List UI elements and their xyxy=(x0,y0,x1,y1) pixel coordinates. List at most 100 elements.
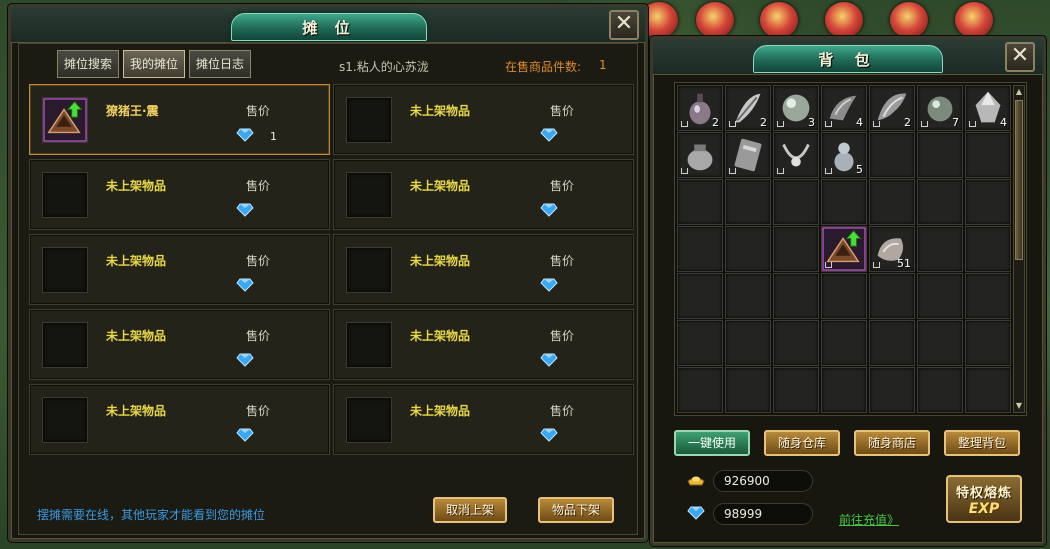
bag-slot[interactable] xyxy=(725,179,771,225)
bag-slot[interactable] xyxy=(965,273,1011,319)
bag-slot[interactable]: 2 xyxy=(725,85,771,131)
empty-slot-icon[interactable] xyxy=(42,247,88,293)
stall-slot[interactable]: 未上架物品 售价 xyxy=(29,159,330,230)
bag-slot[interactable] xyxy=(677,132,723,178)
scroll-thumb[interactable] xyxy=(1015,100,1023,260)
bag-slot[interactable] xyxy=(965,179,1011,225)
bag-slot[interactable]: 3 xyxy=(773,85,819,131)
stall-slot[interactable]: 未上架物品 售价 xyxy=(333,234,634,305)
recharge-link[interactable]: 前往充值》 xyxy=(839,511,899,528)
bag-slot[interactable] xyxy=(773,367,819,413)
stall-slot[interactable]: 未上架物品 售价 xyxy=(333,309,634,380)
bag-slot[interactable] xyxy=(725,320,771,366)
bag-slot[interactable] xyxy=(773,320,819,366)
stall-slot[interactable]: 未上架物品 售价 xyxy=(333,159,634,230)
sort-bag-button[interactable]: 整理背包 xyxy=(944,430,1020,456)
bag-slot[interactable] xyxy=(917,320,963,366)
scroll-up-arrow-icon[interactable]: ▲ xyxy=(1014,86,1024,98)
stall-slot[interactable]: 未上架物品 售价 xyxy=(29,234,330,305)
bag-slot[interactable] xyxy=(917,179,963,225)
bag-slot[interactable] xyxy=(773,132,819,178)
empty-slot-icon[interactable] xyxy=(346,397,392,443)
empty-slot-icon[interactable] xyxy=(346,247,392,293)
activity-icon[interactable] xyxy=(825,2,863,38)
activity-icon[interactable] xyxy=(890,2,928,38)
diamond-icon xyxy=(236,353,254,367)
stall-slot[interactable]: 未上架物品 售价 xyxy=(29,309,330,380)
stall-panel: 摊 位 ✕ 摊位搜索 我的摊位 摊位日志 s1.粘人的心苏泷 在售商品件数: 1… xyxy=(8,4,648,542)
item-icon[interactable] xyxy=(42,97,88,143)
bag-slot[interactable]: 51 xyxy=(869,226,915,272)
tab-stall-search[interactable]: 摊位搜索 xyxy=(57,50,119,78)
tab-stall-log[interactable]: 摊位日志 xyxy=(189,50,251,78)
bag-slot[interactable] xyxy=(821,367,867,413)
unlist-item-button[interactable]: 物品下架 xyxy=(538,497,614,523)
bag-slot[interactable]: 7 xyxy=(917,85,963,131)
bag-slot[interactable] xyxy=(965,132,1011,178)
bag-slot[interactable] xyxy=(917,226,963,272)
slot-item-name: 未上架物品 xyxy=(106,329,167,343)
privilege-smelt-button[interactable]: 特权熔炼 EXP xyxy=(946,475,1022,523)
bag-slot[interactable]: 2 xyxy=(677,85,723,131)
bag-slot[interactable]: 4 xyxy=(965,85,1011,131)
bag-slot[interactable] xyxy=(677,367,723,413)
bound-lock-icon xyxy=(681,121,688,127)
bag-slot[interactable] xyxy=(869,320,915,366)
bag-slot[interactable] xyxy=(869,273,915,319)
bound-lock-icon xyxy=(777,168,784,174)
cancel-listing-button[interactable]: 取消上架 xyxy=(433,497,507,523)
tab-my-stall[interactable]: 我的摊位 xyxy=(123,50,185,78)
stall-footer-hint: 摆摊需要在线，其他玩家才能看到您的摊位 xyxy=(37,508,266,522)
bag-slot[interactable] xyxy=(773,226,819,272)
empty-slot-icon[interactable] xyxy=(42,397,88,443)
activity-icon[interactable] xyxy=(955,2,993,38)
stall-slot[interactable]: 未上架物品 售价 xyxy=(333,384,634,455)
bag-close-button[interactable]: ✕ xyxy=(1005,42,1035,72)
bag-slot[interactable] xyxy=(677,179,723,225)
bag-slot[interactable] xyxy=(773,179,819,225)
bag-slot[interactable] xyxy=(917,132,963,178)
diamond-icon xyxy=(540,428,558,442)
bag-slot[interactable] xyxy=(869,179,915,225)
bag-slot[interactable]: 4 xyxy=(821,85,867,131)
bag-slot[interactable] xyxy=(917,273,963,319)
bag-slot[interactable] xyxy=(773,273,819,319)
activity-icon[interactable] xyxy=(696,2,734,38)
slot-price-label: 售价 xyxy=(550,329,575,343)
empty-slot-icon[interactable] xyxy=(346,172,392,218)
portable-shop-button[interactable]: 随身商店 xyxy=(854,430,930,456)
bag-scrollbar[interactable]: ▲ ▼ xyxy=(1013,85,1025,413)
bag-slot[interactable] xyxy=(821,273,867,319)
bag-slot[interactable] xyxy=(869,132,915,178)
bag-slot[interactable] xyxy=(821,226,867,272)
bag-slot[interactable] xyxy=(821,179,867,225)
empty-slot-icon[interactable] xyxy=(42,172,88,218)
bag-slot[interactable] xyxy=(965,320,1011,366)
bag-slot[interactable] xyxy=(725,367,771,413)
stall-slot[interactable]: 未上架物品 售价 xyxy=(333,84,634,155)
bag-slot[interactable] xyxy=(677,226,723,272)
bag-slot[interactable] xyxy=(725,132,771,178)
stall-close-button[interactable]: ✕ xyxy=(609,10,639,40)
bag-slot[interactable] xyxy=(965,367,1011,413)
scroll-down-arrow-icon[interactable]: ▼ xyxy=(1014,400,1024,412)
bag-slot[interactable] xyxy=(917,367,963,413)
empty-slot-icon[interactable] xyxy=(346,97,392,143)
bag-slot[interactable] xyxy=(725,273,771,319)
bag-slot[interactable] xyxy=(677,273,723,319)
bag-slot[interactable] xyxy=(821,320,867,366)
bag-slot[interactable]: 5 xyxy=(821,132,867,178)
bag-slot[interactable]: 2 xyxy=(869,85,915,131)
bag-slot[interactable] xyxy=(965,226,1011,272)
bag-slot[interactable] xyxy=(725,226,771,272)
portable-storage-button[interactable]: 随身仓库 xyxy=(764,430,840,456)
bag-slot[interactable] xyxy=(869,367,915,413)
stall-slot[interactable]: 獠猪王·震 售价 1 xyxy=(29,84,330,155)
bag-slot[interactable] xyxy=(677,320,723,366)
empty-slot-icon[interactable] xyxy=(346,322,392,368)
activity-icon[interactable] xyxy=(760,2,798,38)
bound-lock-icon xyxy=(729,121,736,127)
empty-slot-icon[interactable] xyxy=(42,322,88,368)
use-all-button[interactable]: 一键使用 xyxy=(674,430,750,456)
stall-slot[interactable]: 未上架物品 售价 xyxy=(29,384,330,455)
